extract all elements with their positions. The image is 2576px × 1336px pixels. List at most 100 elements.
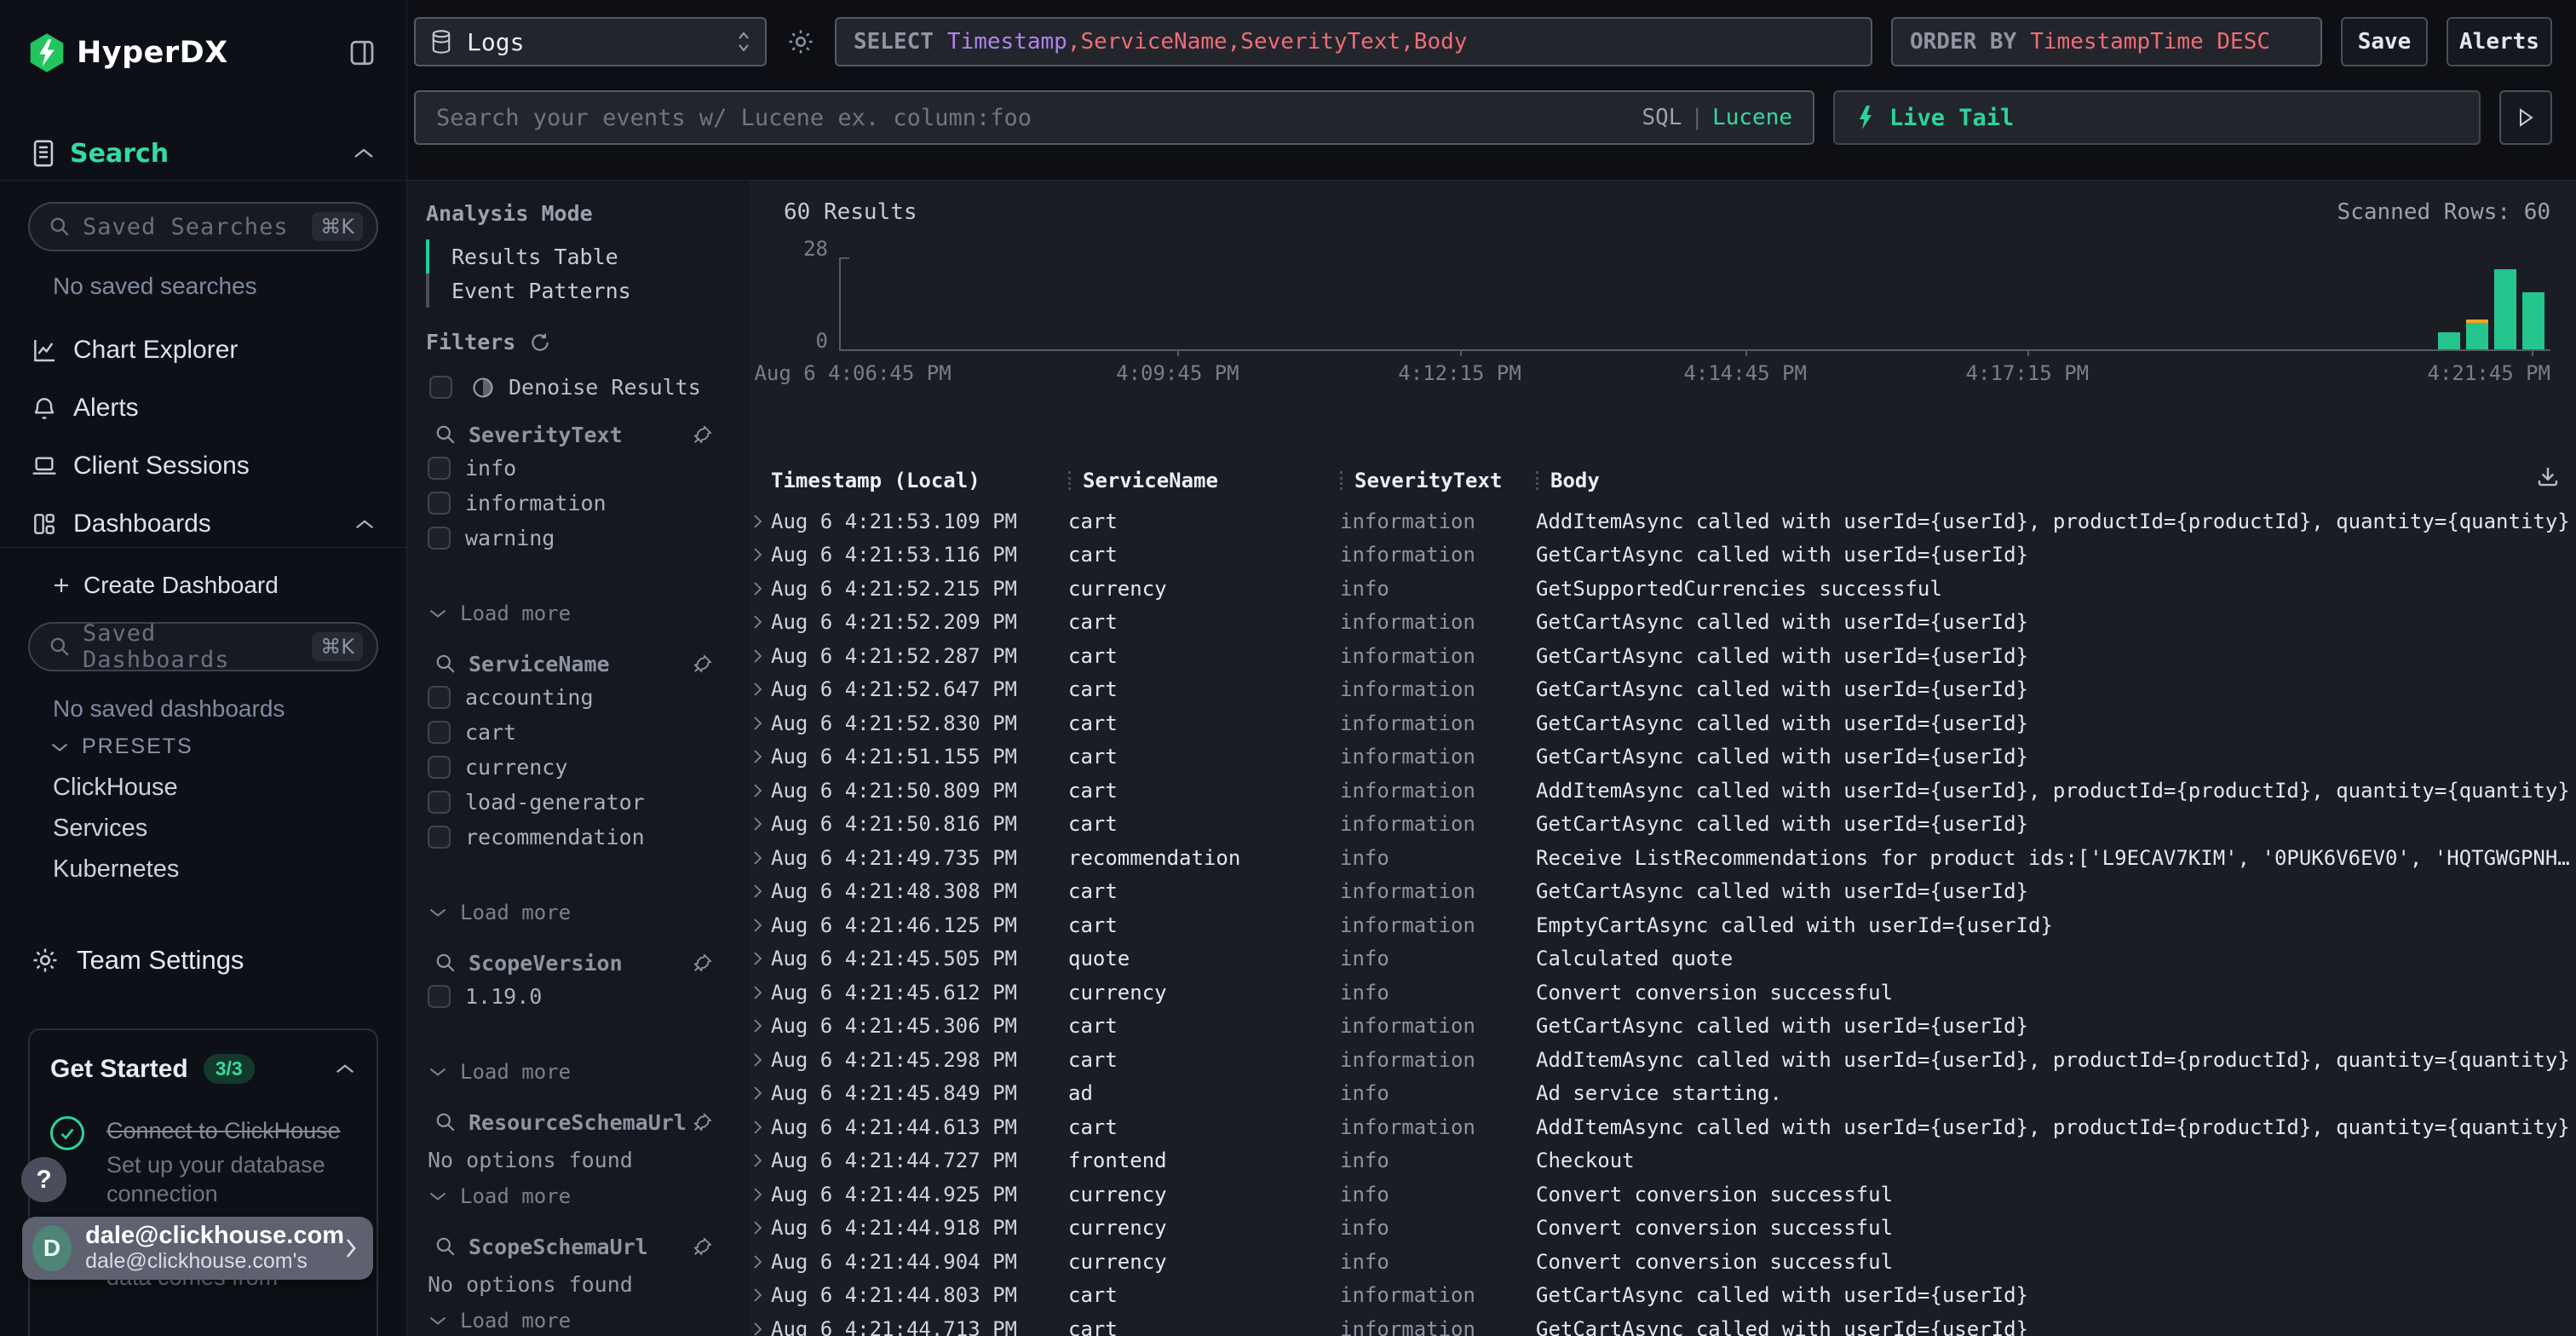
table-row[interactable]: Aug 6 4:21:48.308 PM cart information Ge… xyxy=(750,875,2576,909)
table-row[interactable]: Aug 6 4:21:44.904 PM currency info Conve… xyxy=(750,1245,2576,1279)
chevron-up-icon[interactable] xyxy=(354,518,376,531)
column-separator[interactable] xyxy=(1340,471,1343,490)
filter-option[interactable]: information xyxy=(428,486,726,521)
sql-mode-option[interactable]: SQL xyxy=(1642,105,1682,130)
source-settings-gear-icon[interactable] xyxy=(785,26,816,57)
load-more-button[interactable]: Load more xyxy=(428,1304,726,1336)
presets-toggle[interactable]: PRESETS xyxy=(49,734,193,759)
sidebar-item-alerts[interactable]: Alerts xyxy=(0,383,406,433)
checkbox[interactable] xyxy=(428,527,451,550)
table-row[interactable]: Aug 6 4:21:50.809 PM cart information Ad… xyxy=(750,774,2576,808)
table-row[interactable]: Aug 6 4:21:53.109 PM cart information Ad… xyxy=(750,504,2576,538)
column-separator[interactable] xyxy=(1536,471,1538,490)
checkbox[interactable] xyxy=(428,826,451,849)
filter-option[interactable]: 1.19.0 xyxy=(428,979,726,1014)
checkbox[interactable] xyxy=(428,457,451,480)
column-header-body[interactable]: Body xyxy=(1536,469,2576,492)
checkbox[interactable] xyxy=(428,492,451,515)
pin-icon[interactable] xyxy=(692,1111,714,1133)
denoise-results-toggle[interactable]: Denoise Results xyxy=(429,375,726,400)
order-by-input[interactable]: ORDER BY TimestampTime DESC xyxy=(1891,17,2322,66)
select-columns-input[interactable]: SELECT Timestamp,ServiceName,SeverityTex… xyxy=(835,17,1872,66)
load-more-button[interactable]: Load more xyxy=(428,1055,726,1089)
query-language-toggle[interactable]: SQL|Lucene xyxy=(1642,105,1792,130)
row-expand-chevron-icon[interactable] xyxy=(750,1273,771,1336)
source-select[interactable]: Logs xyxy=(414,17,767,66)
lucene-mode-option[interactable]: Lucene xyxy=(1712,105,1792,130)
table-row[interactable]: Aug 6 4:21:45.306 PM cart information Ge… xyxy=(750,1010,2576,1044)
search-icon[interactable] xyxy=(434,423,457,446)
table-row[interactable]: Aug 6 4:21:44.713 PM cart information Ge… xyxy=(750,1312,2576,1336)
load-more-button[interactable]: Load more xyxy=(428,1179,726,1213)
search-icon[interactable] xyxy=(434,952,457,974)
profile-popover[interactable]: D dale@clickhouse.com dale@clickhouse.co… xyxy=(22,1217,373,1280)
checkbox[interactable] xyxy=(429,376,452,399)
alerts-button[interactable]: Alerts xyxy=(2447,17,2552,66)
table-row[interactable]: Aug 6 4:21:44.727 PM frontend info Check… xyxy=(750,1144,2576,1178)
pin-icon[interactable] xyxy=(692,952,714,974)
table-row[interactable]: Aug 6 4:21:52.287 PM cart information Ge… xyxy=(750,639,2576,673)
sidebar-item-dashboards[interactable]: Dashboards xyxy=(0,499,406,549)
create-dashboard-button[interactable]: Create Dashboard xyxy=(0,564,406,607)
search-icon[interactable] xyxy=(434,653,457,675)
refresh-icon[interactable] xyxy=(529,331,551,354)
preset-item-clickhouse[interactable]: ClickHouse xyxy=(53,774,178,802)
sidebar-collapse-icon[interactable] xyxy=(347,37,377,68)
table-row[interactable]: Aug 6 4:21:45.505 PM quote info Calculat… xyxy=(750,942,2576,976)
table-row[interactable]: Aug 6 4:21:44.803 PM cart information Ge… xyxy=(750,1279,2576,1313)
save-button[interactable]: Save xyxy=(2341,17,2428,66)
checkbox[interactable] xyxy=(428,721,451,744)
filter-option[interactable]: load-generator xyxy=(428,785,726,820)
filter-option[interactable]: info xyxy=(428,451,726,486)
chevron-up-icon[interactable] xyxy=(334,1062,356,1075)
event-search-input[interactable]: Search your events w/ Lucene ex. column:… xyxy=(414,90,1814,145)
table-row[interactable]: Aug 6 4:21:49.735 PM recommendation info… xyxy=(750,841,2576,875)
pin-icon[interactable] xyxy=(692,423,714,446)
table-row[interactable]: Aug 6 4:21:50.816 PM cart information Ge… xyxy=(750,808,2576,842)
table-row[interactable]: Aug 6 4:21:44.925 PM currency info Conve… xyxy=(750,1178,2576,1212)
column-header-severitytext[interactable]: SeverityText xyxy=(1340,469,1536,492)
load-more-button[interactable]: Load more xyxy=(428,596,726,631)
preset-item-services[interactable]: Services xyxy=(53,815,147,843)
filter-option[interactable]: accounting xyxy=(428,680,726,715)
checkbox[interactable] xyxy=(428,791,451,814)
pin-icon[interactable] xyxy=(692,653,714,675)
table-row[interactable]: Aug 6 4:21:52.647 PM cart information Ge… xyxy=(750,673,2576,707)
chevron-up-icon[interactable] xyxy=(352,147,376,160)
analysis-mode-event-patterns[interactable]: Event Patterns xyxy=(416,274,726,308)
search-icon[interactable] xyxy=(434,1235,457,1258)
column-header-servicename[interactable]: ServiceName xyxy=(1068,469,1340,492)
table-row[interactable]: Aug 6 4:21:44.918 PM currency info Conve… xyxy=(750,1212,2576,1246)
column-separator[interactable] xyxy=(1068,471,1071,490)
column-header-timestamp[interactable]: Timestamp (Local) xyxy=(771,469,1068,492)
chart-plot[interactable]: Aug 6 4:06:45 PM4:09:45 PM4:12:15 PM4:14… xyxy=(839,257,2550,351)
search-icon[interactable] xyxy=(434,1111,457,1133)
team-settings-button[interactable]: Team Settings xyxy=(0,936,406,985)
table-row[interactable]: Aug 6 4:21:52.209 PM cart information Ge… xyxy=(750,606,2576,640)
sidebar-section-search[interactable]: Search xyxy=(0,130,406,177)
table-row[interactable]: Aug 6 4:21:45.849 PM ad info Ad service … xyxy=(750,1077,2576,1111)
checkbox[interactable] xyxy=(428,756,451,779)
sidebar-item-client-sessions[interactable]: Client Sessions xyxy=(0,441,406,491)
table-row[interactable]: Aug 6 4:21:53.116 PM cart information Ge… xyxy=(750,538,2576,573)
preset-item-kubernetes[interactable]: Kubernetes xyxy=(53,855,179,884)
table-row[interactable]: Aug 6 4:21:45.298 PM cart information Ad… xyxy=(750,1043,2576,1077)
saved-dashboards-input[interactable]: Saved Dashboards ⌘K xyxy=(28,622,378,671)
load-more-button[interactable]: Load more xyxy=(428,895,726,930)
saved-searches-input[interactable]: Saved Searches ⌘K xyxy=(28,202,378,251)
filter-option[interactable]: currency xyxy=(428,750,726,785)
table-row[interactable]: Aug 6 4:21:44.613 PM cart information Ad… xyxy=(750,1110,2576,1144)
sidebar-item-chart-explorer[interactable]: Chart Explorer xyxy=(0,325,406,375)
analysis-mode-results-table[interactable]: Results Table xyxy=(416,239,726,274)
table-row[interactable]: Aug 6 4:21:46.125 PM cart information Em… xyxy=(750,908,2576,942)
table-row[interactable]: Aug 6 4:21:51.155 PM cart information Ge… xyxy=(750,740,2576,775)
table-row[interactable]: Aug 6 4:21:45.612 PM currency info Conve… xyxy=(750,976,2576,1010)
table-row[interactable]: Aug 6 4:21:52.215 PM currency info GetSu… xyxy=(750,572,2576,606)
download-icon[interactable] xyxy=(2535,464,2561,489)
live-tail-button[interactable]: Live Tail xyxy=(1833,90,2481,145)
pin-icon[interactable] xyxy=(692,1235,714,1258)
filter-option[interactable]: cart xyxy=(428,715,726,750)
checkbox[interactable] xyxy=(428,686,451,709)
filter-option[interactable]: warning xyxy=(428,521,726,556)
checkbox[interactable] xyxy=(428,985,451,1008)
